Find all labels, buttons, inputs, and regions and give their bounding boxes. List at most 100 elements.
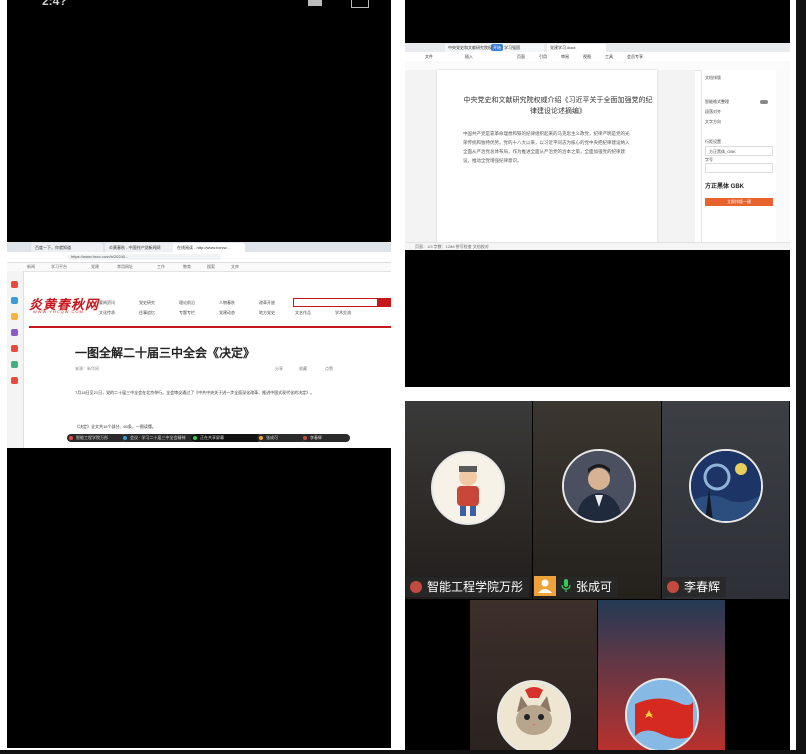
toolbar-label: 张成可 <box>266 435 278 440</box>
microphone-icon[interactable] <box>561 579 571 593</box>
nav-link[interactable]: 党建动态 <box>219 310 235 316</box>
panel-label[interactable]: 文字方向 <box>705 119 721 125</box>
sidebar-app-icon[interactable] <box>11 361 18 368</box>
like-button[interactable]: 点赞 <box>325 366 333 372</box>
font-select[interactable]: 方正黑体_GBK <box>705 146 773 156</box>
doc-status-text: 页面：1/3 字数：1286 拼写检查 文档校对 <box>415 244 489 249</box>
bookmark-item[interactable]: 工作 <box>157 264 165 269</box>
menu-item[interactable]: 会员专享 <box>627 54 643 60</box>
bookmark-item[interactable]: 常用网址 <box>117 264 133 269</box>
menu-item[interactable]: 页面 <box>517 54 525 60</box>
host-badge-icon <box>534 576 556 596</box>
menu-item[interactable]: 文件 <box>425 54 433 60</box>
participant-name: 智能工程学院万彤 <box>427 580 524 594</box>
participant-name: 张成可 <box>576 580 613 594</box>
participant-tile[interactable] <box>662 401 789 599</box>
nav-link[interactable]: 理论前沿 <box>179 300 195 306</box>
toolbar-item[interactable]: 张成可 <box>257 434 306 442</box>
participant-name-tag: 李春辉 <box>663 577 727 597</box>
participant-tile[interactable] <box>533 401 661 599</box>
nav-link[interactable]: 人物春秋 <box>219 300 235 306</box>
nav-link[interactable]: 要闻资讯 <box>99 300 115 306</box>
bookmark-item[interactable]: 搜索 <box>207 264 215 269</box>
status-time: 2:4? <box>42 0 67 8</box>
signal-icon <box>308 0 322 6</box>
bookmark-item[interactable]: 文库 <box>231 264 239 269</box>
nav-link[interactable]: 专题专栏 <box>179 310 195 316</box>
apply-format-button[interactable]: 立即排版一键 <box>705 198 773 206</box>
nav-link[interactable]: 往事追忆 <box>139 310 155 316</box>
participant-name-tag: 智能工程学院万彤 <box>406 577 530 597</box>
menu-item[interactable]: 引用 <box>539 54 547 60</box>
bookmark-item[interactable]: 教育 <box>183 264 191 269</box>
sidebar-app-icon[interactable] <box>11 281 18 288</box>
panel-label: 文档排版 <box>705 75 721 80</box>
toolbar-item[interactable]: 智能工程学院万彤 <box>67 434 126 442</box>
dot-icon <box>259 436 263 440</box>
sidebar-app-icon[interactable] <box>11 329 18 336</box>
site-search-button[interactable] <box>377 298 391 307</box>
size-select[interactable] <box>705 163 773 173</box>
cartoon-person-icon <box>431 451 505 525</box>
avatar-mini-icon <box>667 581 679 593</box>
url-field[interactable]: https://www.hxzc.com/b/20240... <box>67 254 221 260</box>
bookmark-item[interactable]: 新闻 <box>27 264 35 269</box>
starry-night-icon <box>689 449 763 523</box>
sidebar-app-icon[interactable] <box>11 313 18 320</box>
menu-item-start-active[interactable]: 开始 <box>491 44 503 51</box>
doc-tab-active[interactable]: 党建学习.docx <box>547 44 606 52</box>
participant-tile[interactable] <box>598 600 725 750</box>
toolbar-item-active[interactable]: 正在共享屏幕 <box>191 434 262 442</box>
panel-label[interactable]: 段落对齐 <box>705 109 721 115</box>
toolbar-label: 会议 · 学习二十届三中全会精神 <box>130 435 186 440</box>
article-paragraph: 7月18日至21日，党的二十届三中全会在北京举行。全会审议通过了《中共中央关于进… <box>75 390 315 395</box>
nav-link[interactable]: 文艺作品 <box>295 310 311 316</box>
doc-tab[interactable]: 学习强国 <box>501 44 544 52</box>
bookmarks-bar: 新闻 学习平台 党建 常用网址 工作 教育 搜索 文库 <box>7 263 391 272</box>
participant-tile[interactable] <box>405 401 532 599</box>
bookmark-item[interactable]: 学习平台 <box>51 264 67 269</box>
site-logo-sub: WWW.YHCQW.COM <box>33 309 84 314</box>
sidebar-app-icon[interactable] <box>11 377 18 384</box>
toggle-switch[interactable] <box>760 100 768 104</box>
dot-icon <box>193 436 197 440</box>
battery-icon <box>351 0 369 8</box>
bookmark-item[interactable]: 党建 <box>91 264 99 269</box>
sidebar-app-icon[interactable] <box>11 345 18 352</box>
toolbar-label: 智能工程学院万彤 <box>76 435 108 440</box>
article-paragraph: 《决定》全文共15个部分、60条，一图读懂。 <box>75 424 156 429</box>
doc-right-rail <box>776 70 790 242</box>
menu-item[interactable]: 插入 <box>465 54 473 60</box>
person-photo-icon <box>562 449 636 523</box>
browser-tab-bar: 百度一下，你就知道 炎黄春秋 - 中国共产党新闻网 在线阅读 - http://… <box>7 242 391 252</box>
flag-icon <box>625 678 699 750</box>
browser-tab[interactable]: 炎黄春秋 - 中国共产党新闻网 <box>105 243 177 252</box>
site-search-input[interactable] <box>293 298 379 307</box>
nav-link[interactable]: 学术交流 <box>335 310 351 316</box>
nav-link[interactable]: 地方党史 <box>259 310 275 316</box>
participant-tile[interactable] <box>470 600 597 750</box>
browser-tab[interactable]: 百度一下，你就知道 <box>31 243 103 252</box>
meeting-toolbar: 智能工程学院万彤 会议 · 学习二十届三中全会精神 正在共享屏幕 张成可 李春辉 <box>67 434 391 444</box>
menu-item[interactable]: 审阅 <box>561 54 569 60</box>
cat-icon <box>497 680 571 750</box>
nav-link[interactable]: 党史研究 <box>139 300 155 306</box>
browser-window[interactable]: 百度一下，你就知道 炎黄春秋 - 中国共产党新闻网 在线阅读 - http://… <box>7 242 391 448</box>
toolbar-item[interactable]: 李春辉 <box>301 434 350 442</box>
menu-item[interactable]: 视图 <box>583 54 591 60</box>
dot-icon <box>123 436 127 440</box>
toolbar-item[interactable]: 会议 · 学习二十届三中全会精神 <box>121 434 196 442</box>
toolbar-label: 李春辉 <box>310 435 322 440</box>
nav-link[interactable]: 文化传承 <box>99 310 115 316</box>
nav-link[interactable]: 改革开放 <box>259 300 275 306</box>
dot-icon <box>69 436 73 440</box>
doc-heading: 中央党史和文献研究院权威介绍《习近平关于全面加强党的纪律建设论述摘编》 <box>463 97 653 115</box>
sidebar-app-icon[interactable] <box>11 297 18 304</box>
participant-name-tag: 张成可 <box>557 577 619 597</box>
browser-tab-active[interactable]: 在线阅读 - http://www.hxrcw... <box>173 243 245 252</box>
dot-icon <box>303 436 307 440</box>
share-button[interactable]: 分享 <box>275 366 283 372</box>
favorite-button[interactable]: 收藏 <box>299 366 307 372</box>
document-editor-window[interactable]: 中央党史和文献研究院权威介绍 学习强国 党建学习.docx 文件 插入 页面 引… <box>405 43 790 250</box>
menu-item[interactable]: 工具 <box>605 54 613 60</box>
